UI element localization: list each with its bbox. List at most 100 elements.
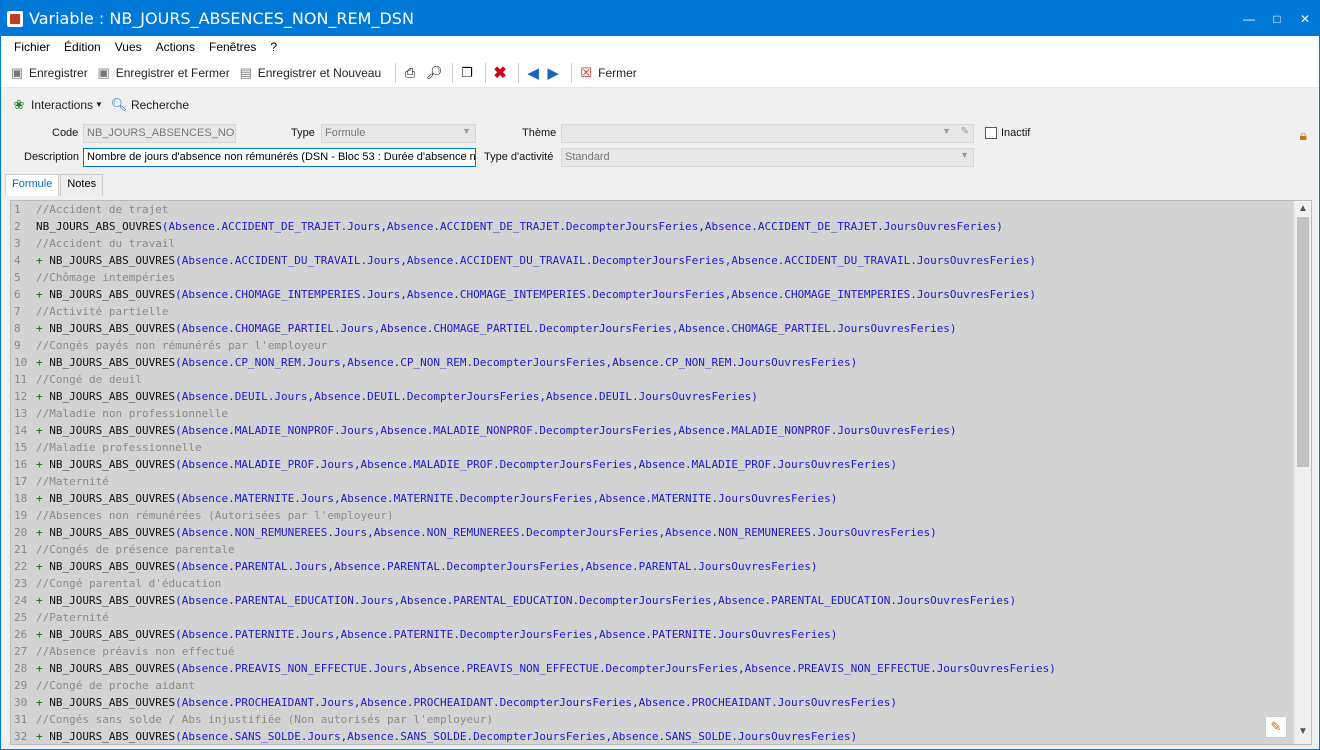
formula-editor[interactable]: 1 //Accident de trajet 2 NB_JOURS_ABS_OUVRE… (10, 200, 1312, 745)
code-line[interactable]: 12 + NB_JOURS_ABS_OUVRES(Absence.DEUIL.Jo… (11, 388, 1291, 405)
close-button[interactable]: ☒ Fermer (578, 65, 637, 81)
code-line[interactable]: 16 + NB_JOURS_ABS_OUVRES(Absence.MALADIE_… (11, 456, 1291, 473)
app-icon (7, 10, 23, 27)
function-name: NB_JOURS_ABS_OUVRES (36, 220, 162, 233)
menu-vues[interactable]: Vues (108, 40, 149, 54)
plus-operator: + (36, 560, 50, 573)
code-line[interactable]: 2 NB_JOURS_ABS_OUVRES(Absence.ACCIDENT_DE… (11, 218, 1291, 235)
edit-theme-icon[interactable]: ✎ (961, 126, 969, 137)
code-line[interactable]: 9 //Congés payés non rémunérés par l'empl… (11, 337, 1291, 354)
code-line[interactable]: 20 + NB_JOURS_ABS_OUVRES(Absence.NON_REMU… (11, 524, 1291, 541)
code-line[interactable]: 10 + NB_JOURS_ABS_OUVRES(Absence.CP_NON_R… (11, 354, 1291, 371)
code-line[interactable]: 14 + NB_JOURS_ABS_OUVRES(Absence.MALADIE_… (11, 422, 1291, 439)
edit-pencil-icon[interactable]: ✎ (1265, 716, 1287, 738)
search-button[interactable]: 🔍︎ Recherche (111, 97, 189, 113)
type-select[interactable]: Formule ▼ (321, 124, 476, 143)
code-line[interactable]: 13 //Maladie non professionnelle (11, 405, 1291, 422)
code-line[interactable]: 5 //Chômage intempéries (11, 269, 1291, 286)
code-line[interactable]: 32 + NB_JOURS_ABS_OUVRES(Absence.SANS_SOL… (11, 728, 1291, 744)
save-close-icon: ▣ (97, 64, 110, 80)
code-line[interactable]: 7 //Activité partielle (11, 303, 1291, 320)
save-close-button[interactable]: ▣ Enregistrer et Fermer (96, 65, 230, 81)
save-new-button[interactable]: ▤ Enregistrer et Nouveau (238, 64, 382, 81)
menu-fenetres[interactable]: Fenêtres (202, 40, 263, 54)
code-line[interactable]: 8 + NB_JOURS_ABS_OUVRES(Absence.CHOMAGE_P… (11, 320, 1291, 337)
print-preview-icon[interactable]: 🔎︎ (426, 65, 443, 81)
save-new-icon: ▤ (239, 64, 252, 80)
plus-operator: + (36, 288, 50, 301)
code-line[interactable]: 30 + NB_JOURS_ABS_OUVRES(Absence.PROCHEAI… (11, 694, 1291, 711)
menu-help[interactable]: ? (263, 40, 284, 54)
code-label: Code (52, 127, 79, 139)
inactive-checkbox[interactable] (985, 127, 997, 139)
line-number: 14 (14, 424, 28, 437)
previous-icon[interactable]: ◀ (525, 65, 541, 82)
theme-select[interactable]: ▼ ✎ (561, 124, 974, 143)
minimize-icon[interactable]: — (1235, 1, 1263, 36)
code-line[interactable]: 17 //Maternité (11, 473, 1291, 490)
line-number: 17 (14, 475, 28, 488)
line-number: 18 (14, 492, 28, 505)
function-name: NB_JOURS_ABS_OUVRES (49, 662, 176, 675)
code-line[interactable]: 23 //Congé parental d'éducation (11, 575, 1291, 592)
copy-icon[interactable]: ❐ (459, 65, 475, 81)
toolbar-separator (518, 62, 520, 83)
code-line[interactable]: 4 + NB_JOURS_ABS_OUVRES(Absence.ACCIDENT_… (11, 252, 1291, 269)
code-field[interactable]: NB_JOURS_ABSENCES_NON_F (83, 124, 236, 143)
code-statement: + NB_JOURS_ABS_OUVRES(Absence.PATERNITE.… (36, 626, 837, 643)
menu-edition[interactable]: Édition (57, 40, 108, 54)
theme-label: Thème (522, 127, 557, 139)
save-button[interactable]: ▣ Enregistrer (9, 65, 88, 81)
plus-operator: + (36, 730, 50, 743)
code-line[interactable]: 21 //Congés de présence parentale (11, 541, 1291, 558)
chevron-down-icon: ▼ (942, 126, 951, 136)
code-statement: + NB_JOURS_ABS_OUVRES(Absence.MATERNITE.… (36, 490, 837, 507)
line-number: 15 (14, 441, 28, 454)
maximize-icon[interactable]: □ (1263, 1, 1291, 36)
code-line[interactable]: 26 + NB_JOURS_ABS_OUVRES(Absence.PATERNIT… (11, 626, 1291, 643)
tab-formule[interactable]: Formule (5, 174, 60, 196)
code-comment: //Activité partielle (36, 305, 169, 318)
search-icon: 🔍︎ (110, 96, 128, 112)
plus-operator: + (36, 390, 50, 403)
code-line[interactable]: 19 //Absences non rémunérées (Autorisées … (11, 507, 1291, 524)
code-line[interactable]: 31 //Congés sans solde / Abs injustifiée … (11, 711, 1291, 728)
code-line[interactable]: 1 //Accident de trajet (11, 201, 1291, 218)
tab-notes[interactable]: Notes (60, 174, 104, 196)
activity-type-select[interactable]: Standard ▼ (561, 148, 974, 167)
plus-operator: + (36, 628, 50, 641)
line-number: 7 (14, 305, 21, 318)
print-icon[interactable]: ⎙ (402, 65, 418, 81)
code-line[interactable]: 18 + NB_JOURS_ABS_OUVRES(Absence.MATERNIT… (11, 490, 1291, 507)
function-name: NB_JOURS_ABS_OUVRES (49, 730, 176, 743)
code-statement: + NB_JOURS_ABS_OUVRES(Absence.SANS_SOLDE… (36, 728, 857, 744)
line-number: 23 (14, 577, 28, 590)
plus-operator: + (36, 458, 50, 471)
code-line[interactable]: 15 //Maladie professionnelle (11, 439, 1291, 456)
code-statement: + NB_JOURS_ABS_OUVRES(Absence.MALADIE_PR… (36, 456, 897, 473)
delete-icon[interactable]: ✖ (492, 65, 508, 82)
close-window-icon[interactable]: ✕ (1291, 1, 1319, 36)
code-line[interactable]: 28 + NB_JOURS_ABS_OUVRES(Absence.PREAVIS_… (11, 660, 1291, 677)
code-line[interactable]: 6 + NB_JOURS_ABS_OUVRES(Absence.CHOMAGE_I… (11, 286, 1291, 303)
lock-icon[interactable]: 🔒︎ (1300, 127, 1307, 144)
code-line[interactable]: 24 + NB_JOURS_ABS_OUVRES(Absence.PARENTAL… (11, 592, 1291, 609)
plus-operator: + (36, 356, 50, 369)
code-line[interactable]: 27 //Absence préavis non effectué (11, 643, 1291, 660)
vertical-scrollbar[interactable]: ▲ ▼ (1293, 201, 1311, 744)
interactions-button[interactable]: ❀ Interactions ▼ (11, 97, 103, 113)
description-field[interactable]: Nombre de jours d'absence non rémunérés … (83, 148, 476, 167)
function-name: NB_JOURS_ABS_OUVRES (49, 390, 176, 403)
code-statement: + NB_JOURS_ABS_OUVRES(Absence.PROCHEAIDA… (36, 694, 897, 711)
code-line[interactable]: 11 //Congé de deuil (11, 371, 1291, 388)
menu-actions[interactable]: Actions (149, 40, 202, 54)
line-number: 20 (14, 526, 28, 539)
scroll-down-icon[interactable]: ▼ (1294, 726, 1311, 742)
code-line[interactable]: 3 //Accident du travail (11, 235, 1291, 252)
code-line[interactable]: 22 + NB_JOURS_ABS_OUVRES(Absence.PARENTAL… (11, 558, 1291, 575)
scrollbar-thumb[interactable] (1297, 217, 1309, 467)
next-icon[interactable]: ▶ (545, 65, 561, 82)
menu-fichier[interactable]: Fichier (7, 40, 57, 54)
code-line[interactable]: 29 //Congé de proche aidant (11, 677, 1291, 694)
code-line[interactable]: 25 //Paternité (11, 609, 1291, 626)
